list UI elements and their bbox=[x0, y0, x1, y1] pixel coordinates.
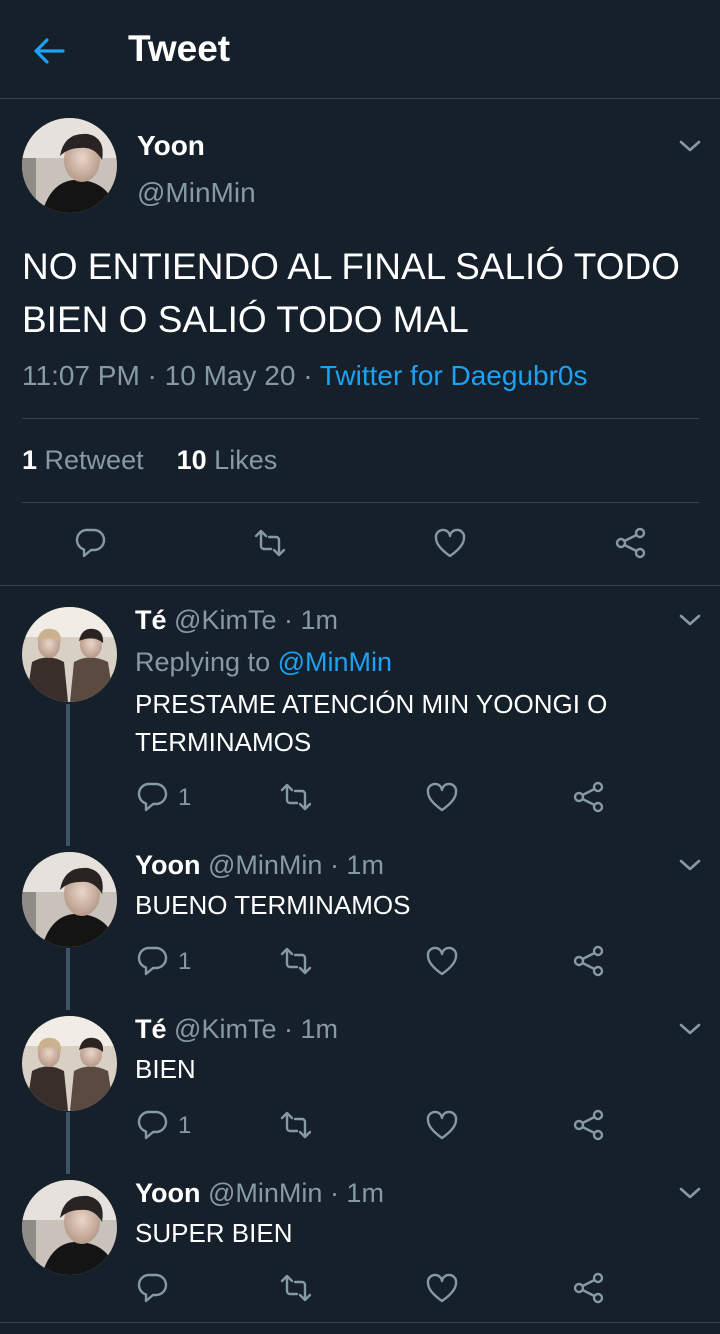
reply-time: · 1m bbox=[283, 1014, 338, 1044]
reply-header: Té @KimTe · 1m bbox=[135, 605, 338, 636]
stats-divider bbox=[22, 502, 699, 503]
like-icon[interactable] bbox=[424, 779, 460, 815]
reply-count: 1 bbox=[178, 784, 192, 811]
author-handle[interactable]: @MinMin bbox=[137, 177, 256, 209]
chevron-down-icon[interactable] bbox=[678, 612, 702, 628]
share-icon[interactable] bbox=[570, 1270, 606, 1306]
replying-to-handle[interactable]: @MinMin bbox=[278, 647, 392, 677]
meta-separator: · bbox=[139, 360, 165, 391]
reply-author-name[interactable]: Yoon bbox=[135, 1178, 200, 1208]
reply-author-handle[interactable]: @KimTe bbox=[174, 1014, 276, 1044]
share-icon[interactable] bbox=[612, 525, 648, 561]
retweet-icon[interactable] bbox=[278, 779, 314, 815]
retweet-icon[interactable] bbox=[278, 943, 314, 979]
header-divider bbox=[0, 98, 720, 99]
retweet-icon[interactable] bbox=[278, 1270, 314, 1306]
page-title: Tweet bbox=[128, 28, 231, 69]
like-icon[interactable] bbox=[432, 525, 468, 561]
reply-text: BUENO TERMINAMOS bbox=[135, 890, 411, 920]
chevron-down-icon[interactable] bbox=[678, 1021, 702, 1037]
reply-time: · 1m bbox=[329, 850, 384, 880]
reply-text: BIEN bbox=[135, 1054, 196, 1084]
reply-author-handle[interactable]: @MinMin bbox=[208, 1178, 322, 1208]
retweet-count: 1 bbox=[22, 445, 38, 475]
reply-author-name[interactable]: Té bbox=[135, 605, 167, 635]
reply-header: Yoon @MinMin · 1m bbox=[135, 1178, 384, 1209]
reply-icon[interactable] bbox=[72, 525, 108, 561]
engagement-stats: 1 Retweet 10 Likes bbox=[22, 445, 277, 476]
retweet-label: Retweet bbox=[37, 445, 144, 475]
retweet-icon[interactable] bbox=[252, 525, 288, 561]
reply-text: SUPER BIEN bbox=[135, 1218, 293, 1248]
reply-author-name[interactable]: Yoon bbox=[135, 850, 200, 880]
bottom-divider bbox=[0, 1322, 720, 1323]
thread-line bbox=[66, 1112, 70, 1174]
reply-author-handle[interactable]: @KimTe bbox=[174, 605, 276, 635]
replying-prefix: Replying to bbox=[135, 647, 278, 677]
reply-header: Yoon @MinMin · 1m bbox=[135, 850, 384, 881]
avatar[interactable] bbox=[22, 118, 117, 213]
replying-to: Replying to @MinMin bbox=[135, 647, 392, 678]
like-icon[interactable] bbox=[424, 1270, 460, 1306]
tweet-divider bbox=[0, 585, 720, 586]
reply-icon[interactable] bbox=[134, 1270, 170, 1306]
avatar[interactable] bbox=[22, 1016, 117, 1111]
reply-icon[interactable] bbox=[134, 779, 170, 815]
thread-line bbox=[66, 948, 70, 1010]
chevron-down-icon[interactable] bbox=[678, 857, 702, 873]
chevron-down-icon[interactable] bbox=[678, 138, 702, 154]
meta-divider bbox=[22, 418, 699, 419]
tweet-date: 10 May 20 bbox=[164, 360, 296, 391]
share-icon[interactable] bbox=[570, 943, 606, 979]
author-name[interactable]: Yoon bbox=[137, 130, 205, 162]
reply-author-name[interactable]: Té bbox=[135, 1014, 167, 1044]
tweet-time: 11:07 PM bbox=[22, 360, 140, 391]
avatar[interactable] bbox=[22, 607, 117, 702]
thread-line bbox=[66, 704, 70, 846]
reply-icon[interactable] bbox=[134, 1107, 170, 1143]
retweets-link[interactable]: 1 Retweet bbox=[22, 445, 144, 475]
reply-icon[interactable] bbox=[134, 943, 170, 979]
like-count: 10 bbox=[176, 445, 207, 475]
reply-author-handle[interactable]: @MinMin bbox=[208, 850, 322, 880]
share-icon[interactable] bbox=[570, 779, 606, 815]
tweet-text: NO ENTIENDO AL FINAL SALIÓ TODO BIEN O S… bbox=[22, 246, 680, 340]
avatar[interactable] bbox=[22, 852, 117, 947]
tweet-meta: 11:07 PM · 10 May 20 · Twitter for Daegu… bbox=[22, 360, 587, 392]
reply-header: Té @KimTe · 1m bbox=[135, 1014, 338, 1045]
back-arrow-icon[interactable] bbox=[30, 32, 68, 70]
retweet-icon[interactable] bbox=[278, 1107, 314, 1143]
reply-time: · 1m bbox=[329, 1178, 384, 1208]
reply-time: · 1m bbox=[283, 605, 338, 635]
reply-text: PRESTAME ATENCIÓN MIN YOONGI O TERMINAMO… bbox=[135, 689, 608, 757]
tweet-source-link[interactable]: Twitter for Daegubr0s bbox=[320, 360, 588, 391]
reply-count: 1 bbox=[178, 948, 192, 975]
like-label: Likes bbox=[206, 445, 278, 475]
meta-separator: · bbox=[295, 360, 320, 391]
like-icon[interactable] bbox=[424, 943, 460, 979]
reply-count: 1 bbox=[178, 1112, 192, 1139]
like-icon[interactable] bbox=[424, 1107, 460, 1143]
top-bar: Tweet bbox=[0, 0, 720, 98]
likes-link[interactable]: 10 Likes bbox=[177, 445, 278, 475]
chevron-down-icon[interactable] bbox=[678, 1185, 702, 1201]
share-icon[interactable] bbox=[570, 1107, 606, 1143]
avatar[interactable] bbox=[22, 1180, 117, 1275]
